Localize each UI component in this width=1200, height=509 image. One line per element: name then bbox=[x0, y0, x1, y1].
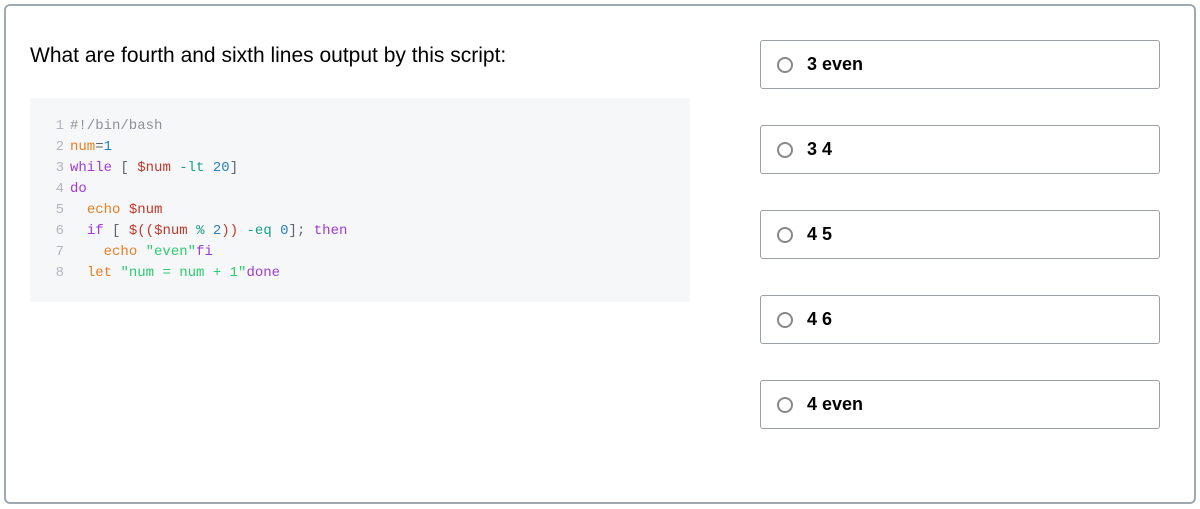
option-label: 3 even bbox=[807, 54, 863, 75]
radio-icon bbox=[777, 227, 793, 243]
code-line: 8 let "num = num + 1"done bbox=[50, 263, 670, 284]
code-line: 3while [ $num -lt 20] bbox=[50, 158, 670, 179]
line-number: 4 bbox=[50, 179, 64, 200]
line-number: 2 bbox=[50, 137, 64, 158]
question-text: What are fourth and sixth lines output b… bbox=[30, 44, 690, 68]
code-line: 5 echo $num bbox=[50, 200, 670, 221]
radio-icon bbox=[777, 312, 793, 328]
option-label: 4 6 bbox=[807, 309, 832, 330]
quiz-container: What are fourth and sixth lines output b… bbox=[4, 4, 1196, 504]
line-number: 1 bbox=[50, 116, 64, 137]
option-label: 3 4 bbox=[807, 139, 832, 160]
answer-option[interactable]: 4 even bbox=[760, 380, 1160, 429]
radio-icon bbox=[777, 142, 793, 158]
code-line: 7 echo "even"fi bbox=[50, 242, 670, 263]
code-line: 2num=1 bbox=[50, 137, 670, 158]
radio-icon bbox=[777, 57, 793, 73]
code-block: 1#!/bin/bash2num=13while [ $num -lt 20]4… bbox=[30, 98, 690, 302]
line-number: 7 bbox=[50, 242, 64, 263]
answer-option[interactable]: 4 5 bbox=[760, 210, 1160, 259]
options-panel: 3 even 3 4 4 5 4 6 4 even bbox=[760, 26, 1160, 466]
line-number: 5 bbox=[50, 200, 64, 221]
line-number: 3 bbox=[50, 158, 64, 179]
answer-option[interactable]: 3 4 bbox=[760, 125, 1160, 174]
answer-option[interactable]: 3 even bbox=[760, 40, 1160, 89]
option-label: 4 even bbox=[807, 394, 863, 415]
code-line: 6 if [ $(($num % 2)) -eq 0]; then bbox=[50, 221, 670, 242]
radio-icon bbox=[777, 397, 793, 413]
answer-option[interactable]: 4 6 bbox=[760, 295, 1160, 344]
question-panel: What are fourth and sixth lines output b… bbox=[30, 26, 690, 466]
code-line: 4do bbox=[50, 179, 670, 200]
line-number: 6 bbox=[50, 221, 64, 242]
line-number: 8 bbox=[50, 263, 64, 284]
code-line: 1#!/bin/bash bbox=[50, 116, 670, 137]
option-label: 4 5 bbox=[807, 224, 832, 245]
